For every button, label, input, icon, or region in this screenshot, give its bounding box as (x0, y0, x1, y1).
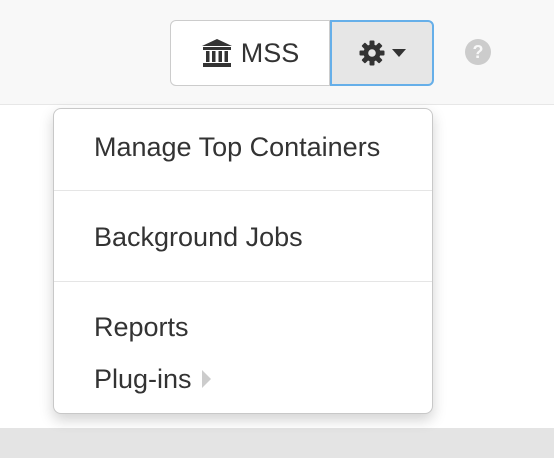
chevron-right-icon (201, 369, 211, 388)
svg-text:?: ? (473, 42, 484, 62)
settings-dropdown-button[interactable] (330, 20, 434, 86)
menu-divider (54, 281, 432, 282)
menu-item-background-jobs[interactable]: Background Jobs (94, 221, 303, 253)
question-circle-icon[interactable]: ? (464, 38, 492, 66)
menu-item-manage-top-containers[interactable]: Manage Top Containers (94, 131, 380, 163)
top-navbar: MSS ? (0, 0, 554, 105)
menu-item-reports[interactable]: Reports (94, 311, 189, 343)
menu-divider (54, 190, 432, 191)
repository-label: MSS (240, 37, 300, 68)
settings-dropdown-menu: Manage Top Containers Background Jobs Re… (53, 108, 433, 414)
menu-item-plug-ins-label: Plug-ins (94, 364, 192, 394)
bank-icon (201, 38, 233, 68)
gear-icon (358, 39, 386, 67)
caret-down-icon (392, 49, 406, 57)
repository-button[interactable]: MSS (170, 20, 330, 86)
menu-item-plug-ins[interactable]: Plug-ins (94, 363, 211, 395)
